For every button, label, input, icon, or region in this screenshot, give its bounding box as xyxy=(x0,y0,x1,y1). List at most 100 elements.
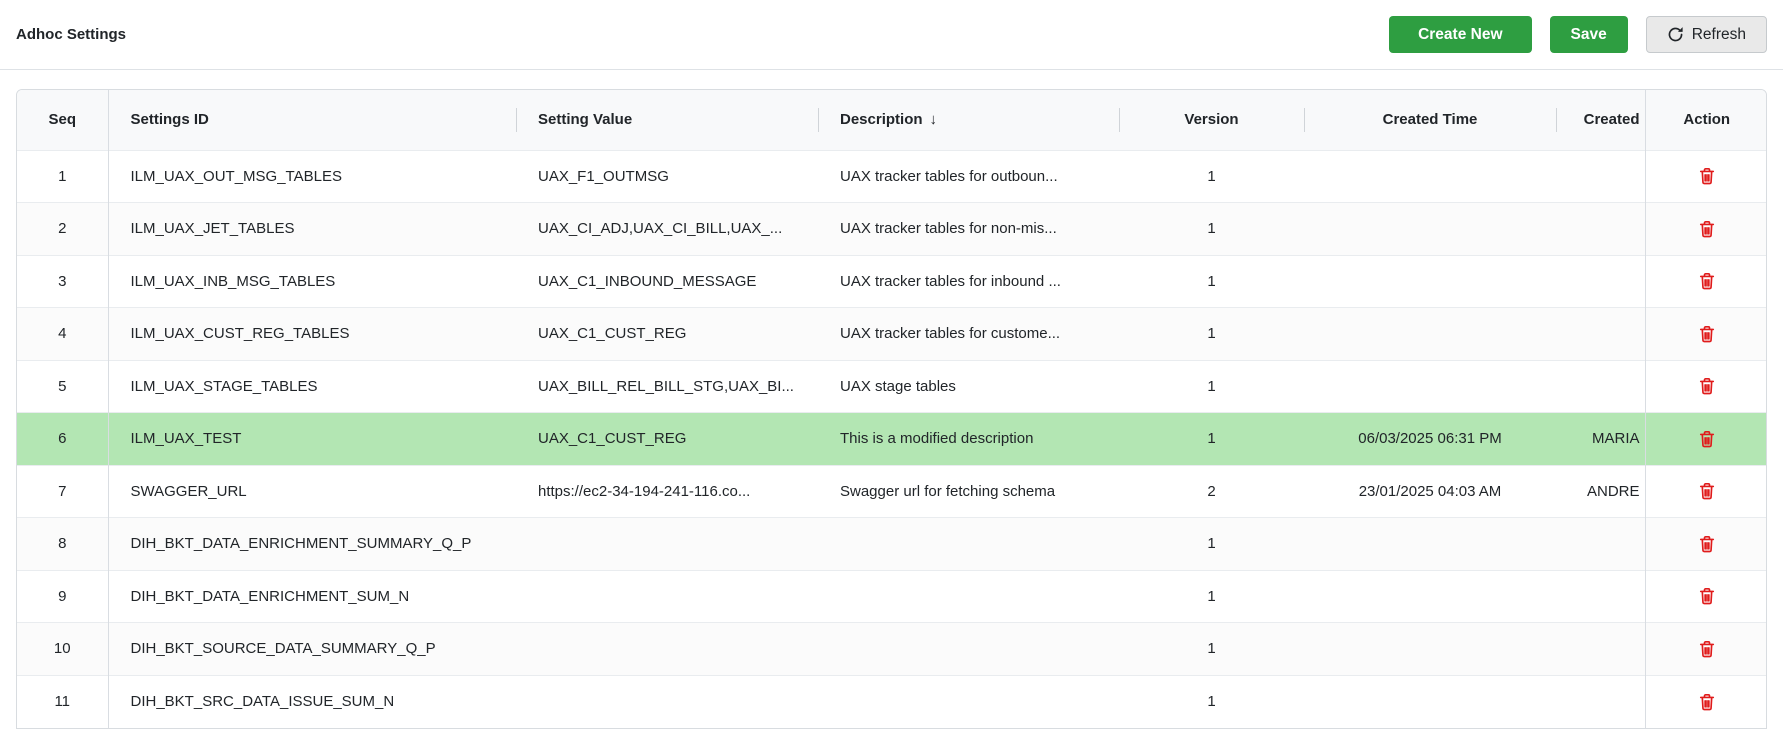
table-row[interactable]: 11 DIH_BKT_SRC_DATA_ISSUE_SUM_N 1 xyxy=(17,674,1766,728)
cell-seq: 5 xyxy=(17,359,109,413)
cell-settings-id: ILM_UAX_JET_TABLES xyxy=(108,202,516,255)
delete-row-button[interactable] xyxy=(1693,267,1721,295)
cell-seq: 3 xyxy=(17,254,109,308)
cell-setting-value: UAX_C1_CUST_REG xyxy=(516,412,818,465)
delete-row-button[interactable] xyxy=(1693,635,1721,663)
table-row[interactable]: 10 DIH_BKT_SOURCE_DATA_SUMMARY_Q_P 1 xyxy=(17,622,1766,675)
trash-icon xyxy=(1699,273,1714,290)
cell-description: UAX tracker tables for outboun... xyxy=(818,149,1119,203)
cell-description: Swagger url for fetching schema xyxy=(818,464,1119,518)
column-header-seq[interactable]: Seq xyxy=(17,90,109,150)
table-header-row: Seq Settings ID Setting Value Descriptio… xyxy=(17,90,1766,150)
cell-description: UAX tracker tables for custome... xyxy=(818,307,1119,360)
cell-description xyxy=(818,622,1119,675)
table-row[interactable]: 1 ILM_UAX_OUT_MSG_TABLES UAX_F1_OUTMSG UAX … xyxy=(17,149,1766,203)
table-row[interactable]: 4 ILM_UAX_CUST_REG_TABLES UAX_C1_CUST_REG U… xyxy=(17,307,1766,360)
trash-icon xyxy=(1699,483,1714,500)
table-row[interactable]: 8 DIH_BKT_DATA_ENRICHMENT_SUMMARY_Q_P 1 xyxy=(17,517,1766,570)
cell-setting-value: UAX_CI_ADJ,UAX_CI_BILL,UAX_... xyxy=(516,202,818,255)
cell-action xyxy=(1645,149,1766,203)
delete-row-button[interactable] xyxy=(1693,215,1721,243)
cell-version: 1 xyxy=(1119,307,1304,360)
table-row[interactable]: 6 ILM_UAX_TEST UAX_C1_CUST_REG This is a mo… xyxy=(17,412,1766,465)
cell-created xyxy=(1556,307,1646,360)
cell-created xyxy=(1556,149,1646,203)
cell-setting-value: UAX_C1_CUST_REG xyxy=(516,307,818,360)
cell-setting-value: UAX_C1_INBOUND_MESSAGE xyxy=(516,254,818,308)
column-header-created-time[interactable]: Created Time xyxy=(1304,90,1556,150)
cell-action xyxy=(1645,359,1766,413)
column-header-version[interactable]: Version xyxy=(1119,90,1304,150)
delete-row-button[interactable] xyxy=(1693,320,1721,348)
cell-seq: 10 xyxy=(17,622,109,675)
cell-version: 1 xyxy=(1119,254,1304,308)
column-header-created[interactable]: Created xyxy=(1556,90,1646,150)
cell-action xyxy=(1645,674,1766,728)
table-row[interactable]: 3 ILM_UAX_INB_MSG_TABLES UAX_C1_INBOUND_ME… xyxy=(17,254,1766,308)
refresh-icon xyxy=(1667,26,1684,43)
create-new-button[interactable]: Create New xyxy=(1389,16,1532,53)
delete-row-button[interactable] xyxy=(1693,162,1721,190)
cell-seq: 7 xyxy=(17,464,109,518)
trash-icon xyxy=(1699,693,1714,710)
cell-description: UAX tracker tables for inbound ... xyxy=(818,254,1119,308)
column-header-settings-id[interactable]: Settings ID xyxy=(108,90,516,150)
column-header-description[interactable]: Description ↓ xyxy=(818,90,1119,150)
save-button[interactable]: Save xyxy=(1549,16,1628,53)
delete-row-button[interactable] xyxy=(1693,530,1721,558)
table-row[interactable]: 7 SWAGGER_URL https://ec2-34-194-241-116.c… xyxy=(17,464,1766,518)
cell-version: 1 xyxy=(1119,359,1304,413)
cell-description: This is a modified description xyxy=(818,412,1119,465)
cell-settings-id: ILM_UAX_CUST_REG_TABLES xyxy=(108,307,516,360)
delete-row-button[interactable] xyxy=(1693,582,1721,610)
delete-row-button[interactable] xyxy=(1693,372,1721,400)
delete-row-button[interactable] xyxy=(1693,477,1721,505)
cell-settings-id: DIH_BKT_SRC_DATA_ISSUE_SUM_N xyxy=(108,674,516,728)
cell-created-time xyxy=(1304,569,1556,623)
cell-created-time xyxy=(1304,359,1556,413)
cell-settings-id: ILM_UAX_INB_MSG_TABLES xyxy=(108,254,516,308)
cell-created xyxy=(1556,517,1646,570)
refresh-button-label: Refresh xyxy=(1691,25,1746,43)
table-row[interactable]: 5 ILM_UAX_STAGE_TABLES UAX_BILL_REL_BILL_S… xyxy=(17,359,1766,413)
table-row[interactable]: 2 ILM_UAX_JET_TABLES UAX_CI_ADJ,UAX_CI_BIL… xyxy=(17,202,1766,255)
cell-seq: 9 xyxy=(17,569,109,623)
cell-created-time: 06/03/2025 06:31 PM xyxy=(1304,412,1556,465)
cell-settings-id: DIH_BKT_SOURCE_DATA_SUMMARY_Q_P xyxy=(108,622,516,675)
cell-created-time xyxy=(1304,202,1556,255)
table-body: 1 ILM_UAX_OUT_MSG_TABLES UAX_F1_OUTMSG UAX … xyxy=(17,149,1766,728)
cell-action xyxy=(1645,517,1766,570)
cell-seq: 4 xyxy=(17,307,109,360)
trash-icon xyxy=(1699,168,1714,185)
cell-seq: 8 xyxy=(17,517,109,570)
table-row[interactable]: 9 DIH_BKT_DATA_ENRICHMENT_SUM_N 1 xyxy=(17,569,1766,623)
trash-icon xyxy=(1699,220,1714,238)
trash-icon xyxy=(1699,588,1714,605)
column-header-setting-value[interactable]: Setting Value xyxy=(516,90,818,150)
cell-setting-value xyxy=(516,622,818,675)
cell-settings-id: ILM_UAX_OUT_MSG_TABLES xyxy=(108,149,516,203)
toolbar: Create New Save Refresh xyxy=(1389,16,1767,53)
cell-version: 1 xyxy=(1119,517,1304,570)
delete-row-button[interactable] xyxy=(1693,425,1721,453)
trash-icon xyxy=(1699,640,1714,658)
cell-action xyxy=(1645,464,1766,518)
refresh-button[interactable]: Refresh xyxy=(1645,16,1767,53)
cell-created-time xyxy=(1304,254,1556,308)
cell-action xyxy=(1645,202,1766,255)
cell-created: MARIA xyxy=(1556,412,1646,465)
cell-created-time xyxy=(1304,622,1556,675)
cell-setting-value xyxy=(516,674,818,728)
cell-version: 1 xyxy=(1119,149,1304,203)
column-header-action: Action xyxy=(1645,90,1766,150)
cell-created xyxy=(1556,254,1646,308)
cell-settings-id: ILM_UAX_TEST xyxy=(108,412,516,465)
cell-settings-id: SWAGGER_URL xyxy=(108,464,516,518)
sort-descending-icon: ↓ xyxy=(929,111,938,129)
delete-row-button[interactable] xyxy=(1693,688,1721,716)
cell-setting-value: UAX_F1_OUTMSG xyxy=(516,149,818,203)
cell-version: 2 xyxy=(1119,464,1304,518)
cell-created-time: 23/01/2025 04:03 AM xyxy=(1304,464,1556,518)
cell-settings-id: DIH_BKT_DATA_ENRICHMENT_SUM_N xyxy=(108,569,516,623)
cell-setting-value: https://ec2-34-194-241-116.co... xyxy=(516,464,818,518)
